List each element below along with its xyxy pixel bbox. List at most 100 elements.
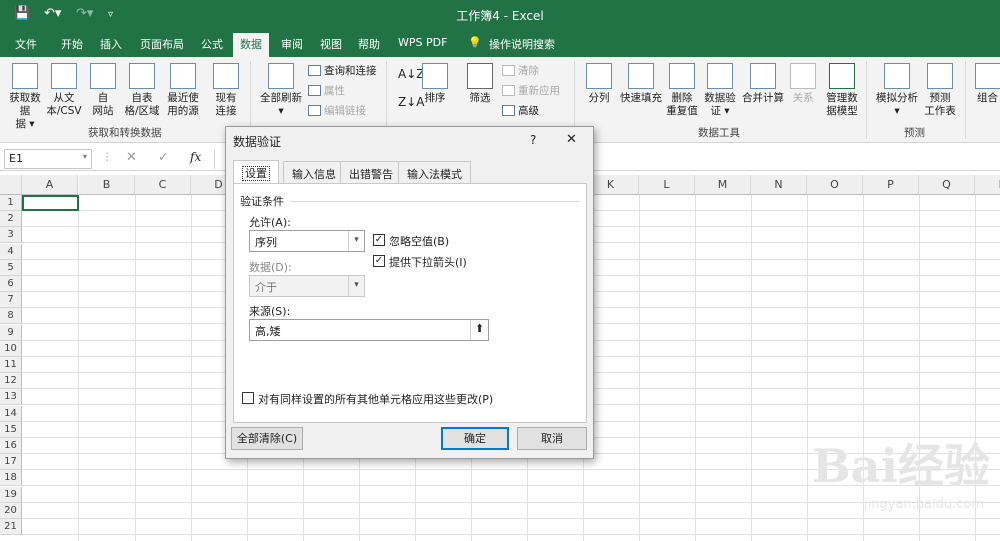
data-select[interactable]: 介于 ▾ [249,275,365,297]
connection-icon [213,63,239,89]
recent-sources-button[interactable]: 最近使 用的源 [163,63,203,118]
allow-select[interactable]: 序列 ▾ [249,230,365,252]
advanced-filter-button[interactable]: 高级 [502,103,539,118]
column-header[interactable]: O [807,175,863,195]
tab-view[interactable]: 视图 [320,36,342,52]
column-header[interactable]: B [79,175,135,195]
queries-connections-button[interactable]: 查询和连接 [308,63,377,78]
formula-input[interactable] [214,149,224,169]
tab-help[interactable]: 帮助 [358,36,380,52]
row-header[interactable]: 4 [0,243,22,260]
existing-connections-button[interactable]: 现有 连接 [208,63,244,118]
what-if-analysis-button[interactable]: 模拟分析 ▾ [874,63,920,118]
row-header[interactable]: 3 [0,227,22,244]
tab-review[interactable]: 审阅 [281,36,303,52]
sort-button[interactable]: 排序 [420,63,450,105]
reapply-button[interactable]: 重新应用 [502,83,560,98]
refresh-all-button[interactable]: 全部刷新 ▾ [257,63,305,118]
ok-button[interactable]: 确定 [441,427,509,450]
consolidate-button[interactable]: 合并计算 [740,63,786,105]
row-header[interactable]: 5 [0,259,22,276]
column-header[interactable]: N [751,175,807,195]
remove-duplicates-button[interactable]: 删除 重复值 [664,63,700,118]
filter-button[interactable]: 筛选 [465,63,495,105]
row-header[interactable]: 6 [0,276,22,292]
tab-formulas[interactable]: 公式 [201,36,223,52]
cancel-icon[interactable]: ✕ [126,150,137,165]
chevron-down-icon: ▾ [82,152,87,161]
forecast-chart-icon [927,63,953,89]
data-validation-button[interactable]: 数据验证 ▾ [702,63,738,118]
split-icon [586,63,612,89]
tab-input-message[interactable]: 输入信息 [283,161,345,183]
column-header[interactable]: R [975,175,1000,195]
tab-insert[interactable]: 插入 [100,36,122,52]
group-outline-button[interactable]: 组合 [975,63,1000,105]
collapse-range-icon[interactable]: ⬆ [470,320,488,340]
row-header[interactable]: 14 [0,405,22,422]
section-validation-criteria: 验证条件 [240,195,284,208]
clear-all-button[interactable]: 全部清除(C) [231,427,303,450]
cancel-button[interactable]: 取消 [517,427,587,450]
tab-page-layout[interactable]: 页面布局 [140,36,184,52]
tell-me-search[interactable]: 操作说明搜索 [489,36,555,52]
clear-filter-button[interactable]: 清除 [502,63,539,78]
tab-wps-pdf[interactable]: WPS PDF [398,36,447,49]
properties-icon [308,85,321,96]
row-header[interactable]: 12 [0,373,22,390]
column-header[interactable]: Q [919,175,975,195]
apply-all-checkbox[interactable] [242,392,254,404]
row-header[interactable]: 2 [0,211,22,228]
tab-data[interactable]: 数据 [233,33,269,57]
row-header[interactable]: 10 [0,340,22,357]
help-icon[interactable]: ? [530,133,536,147]
flash-fill-button[interactable]: 快速填充 [618,63,664,105]
tab-file[interactable]: 文件 [15,36,37,52]
column-header[interactable]: C [135,175,191,195]
column-header[interactable]: L [639,175,695,195]
query-icon [308,65,321,76]
row-header[interactable]: 18 [0,470,22,487]
sort-icon [422,63,448,89]
row-header[interactable]: 16 [0,438,22,454]
get-data-button[interactable]: 获取数据据 ▾ [6,63,44,131]
row-header[interactable]: 11 [0,357,22,373]
row-header[interactable]: 7 [0,292,22,309]
from-web-button[interactable]: 自网站 [88,63,118,118]
row-header[interactable]: 19 [0,486,22,503]
row-header[interactable]: 13 [0,389,22,406]
row-header[interactable]: 15 [0,421,22,438]
more-icon: ⋮ [102,151,113,163]
insert-function-icon[interactable]: fx [190,150,201,164]
column-header[interactable]: M [695,175,751,195]
ignore-blank-checkbox[interactable]: ✓ [373,234,385,246]
dropdown-checkbox[interactable]: ✓ [373,255,385,267]
source-label: 来源(S): [249,305,291,318]
row-header[interactable]: 20 [0,502,22,519]
edit-links-button[interactable]: 编辑链接 [308,103,366,118]
text-to-columns-button[interactable]: 分列 [584,63,614,105]
refresh-icon [268,63,294,89]
relationships-button[interactable]: 关系 [788,63,818,105]
from-text-csv-button[interactable]: 从文 本/CSV [46,63,82,118]
name-box[interactable]: E1 ▾ [4,149,92,169]
row-header[interactable]: 9 [0,324,22,341]
select-all-corner[interactable] [0,175,22,195]
row-header[interactable]: 17 [0,454,22,471]
tab-home[interactable]: 开始 [61,36,83,52]
row-header[interactable]: 21 [0,519,22,535]
row-header[interactable]: 1 [0,195,22,211]
tab-settings[interactable]: 设置 [233,160,279,184]
source-input[interactable]: 高,矮 ⬆ [249,319,489,341]
close-icon[interactable]: ✕ [566,132,577,147]
column-header[interactable]: A [22,175,78,195]
enter-icon[interactable]: ✓ [158,150,169,165]
from-table-button[interactable]: 自表 格/区域 [122,63,162,118]
forecast-sheet-button[interactable]: 预测 工作表 [922,63,958,118]
column-header[interactable]: P [863,175,919,195]
manage-data-model-button[interactable]: 管理数 据模型 [822,63,862,118]
tab-ime-mode[interactable]: 输入法模式 [398,161,471,183]
properties-button[interactable]: 属性 [308,83,345,98]
row-header[interactable]: 8 [0,308,22,325]
tab-error-alert[interactable]: 出错警告 [340,161,402,183]
